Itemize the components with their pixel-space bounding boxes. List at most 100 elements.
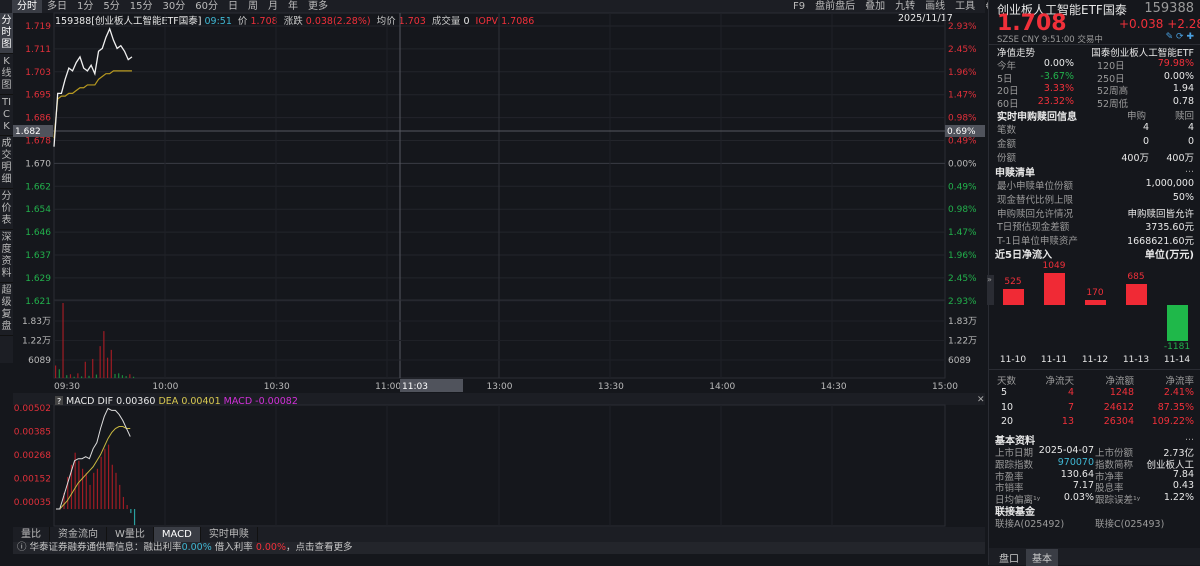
panel-tab[interactable]: 盘口 [993,549,1025,566]
cell: 0.78 [1172,95,1194,107]
pct-tick: 2.45% [948,274,977,284]
volume-bar [103,331,105,378]
cell: -3.67% [1040,70,1074,82]
cell: 净值走势 [997,48,1036,59]
cell: 份额 [997,153,1017,164]
macd-histogram-bar [133,509,136,526]
panel-tab[interactable]: 基本 [1026,549,1058,566]
cell: 1,000,000 [1145,178,1194,189]
price-line [53,26,133,147]
info-row: 基本资料... [995,432,1194,447]
close-icon[interactable]: ✕ [977,395,985,405]
indicator-tab[interactable]: W量比 [107,527,154,542]
cursor-time: 11:03 [402,382,428,392]
pct-tick: 2.93% [948,22,977,32]
fund-code: 159388 [1144,1,1194,16]
volume-bar [125,376,127,378]
macd-histogram-bar [100,456,102,510]
cell: 净流天 [1045,376,1074,387]
fund-pct: +2.28% [1167,17,1200,31]
net-inflow-date: 11-11 [1040,355,1068,365]
volume-bar [84,361,86,378]
indicator-tab[interactable]: 实时申赎 [201,527,258,542]
vol-tick-right: 6089 [948,356,971,366]
cell: 20 [1001,416,1014,427]
time-tick: 11:00 [375,382,401,392]
info-row: 现金替代比例上限 50% [997,192,1194,206]
vol-tick: 6089 [28,356,51,366]
volume-bar [106,357,109,378]
time-tick: 09:30 [54,382,80,392]
time-tick: 15:00 [932,382,958,392]
cell: 近5日净流入 [995,250,1052,261]
cell: 23.32% [1037,95,1074,107]
notice-more[interactable]: ，点击查看更多 [286,542,353,553]
price-tick: 1.703 [25,68,51,78]
volume-bar [110,349,112,378]
macd-tick: 0.00502 [14,404,51,414]
indicator-tab[interactable]: 量比 [13,527,50,542]
volume-bar [62,303,64,378]
macd-histogram-bar [81,468,84,510]
net-inflow-bar [1003,288,1024,305]
cell: 10 [1001,401,1014,413]
macd-tick: 0.00152 [14,475,51,485]
macd-histogram-bar [96,468,99,510]
volume-bar [58,369,60,378]
intraday-chart[interactable]: 1.719 2.93% 1.711 2.45% 1.703 1.96% 1.695 1.47%… [0,0,988,565]
cell: 24612 [1103,401,1134,413]
indicator-tab[interactable]: 资金流向 [50,527,107,542]
pct-tick: 1.47% [948,228,977,238]
pct-tick: 0.98% [948,205,977,215]
notice-bar[interactable]: ⓘ 华泰证券融券通供需信息：融出利率0.00% 借入利率 0.00%，点击查看更… [13,542,985,554]
info-row: 5 4 1248 2.41% [997,387,1194,400]
pct-tick: 2.45% [948,45,977,55]
price-tick: 1.621 [25,297,51,307]
macd-macd: -0.00082 [255,396,298,407]
info-row: 5日 -3.67% 250日 0.00% [997,70,1194,85]
info-row: 联接基金 [995,503,1194,518]
collapse-handle[interactable]: » [987,275,994,305]
pct-tick: 1.96% [948,251,977,261]
price-tick: 1.646 [25,228,51,238]
indicator-tabs: 量比 资金流向 W量比 MACD 实时申赎 [13,527,985,542]
cell: 联接A(025492) [995,519,1065,530]
macd-dea: 0.00401 [181,396,220,407]
cell: 净流率 [1165,376,1194,387]
info-row: T日预估现金差额 3735.60元 [997,219,1194,234]
cell: 4 [1067,387,1074,398]
cell: 0.43 [1172,480,1194,492]
info-row: 实时申购赎回信息 申购 赎回 [997,108,1194,123]
cell: 笔数 [997,125,1017,136]
price-tick: 1.678 [25,137,51,147]
cell: 7 [1067,401,1074,413]
vol-tick: 1.22万 [22,337,51,347]
macd-dea_label: DEA [158,396,178,407]
price-tick: 1.670 [25,159,51,169]
macd-tick: 0.00385 [14,428,51,438]
macd-histogram-bar [89,484,91,510]
info-row: 份额 400万 400万 [997,150,1194,164]
indicator-tab[interactable]: MACD [153,527,201,542]
cell: 国泰创业板人工智能ETF [1091,48,1194,59]
macd-histogram-bar [111,464,113,510]
cell: 1.94 [1172,83,1194,94]
info-row: 笔数 4 4 [997,122,1194,136]
volume-bar [55,365,57,378]
macd-tick: 0.00268 [14,451,51,461]
cell: 130.64 [1060,468,1094,480]
info-row: 20日 3.33% 52周高 1.94 [997,83,1194,97]
cell: ... [1184,432,1194,443]
panel-tool-icons[interactable]: ✎ ⟳ ✚ [1166,32,1194,42]
info-row: 10 7 24612 87.35% [997,402,1194,415]
cell: 5 [1001,387,1008,398]
macd-histogram-bar [85,472,87,510]
price-tick: 1.637 [25,251,51,261]
cell: T日预估现金差额 [997,222,1070,234]
info-row: 今年 0.00% 120日 79.98% [997,58,1194,72]
borrow-label: 借入利率 [214,542,253,553]
cell: 净流额 [1105,376,1134,387]
avg-price-line [53,70,132,139]
divider [989,369,1200,370]
pct-tick: 0.49% [948,182,977,192]
